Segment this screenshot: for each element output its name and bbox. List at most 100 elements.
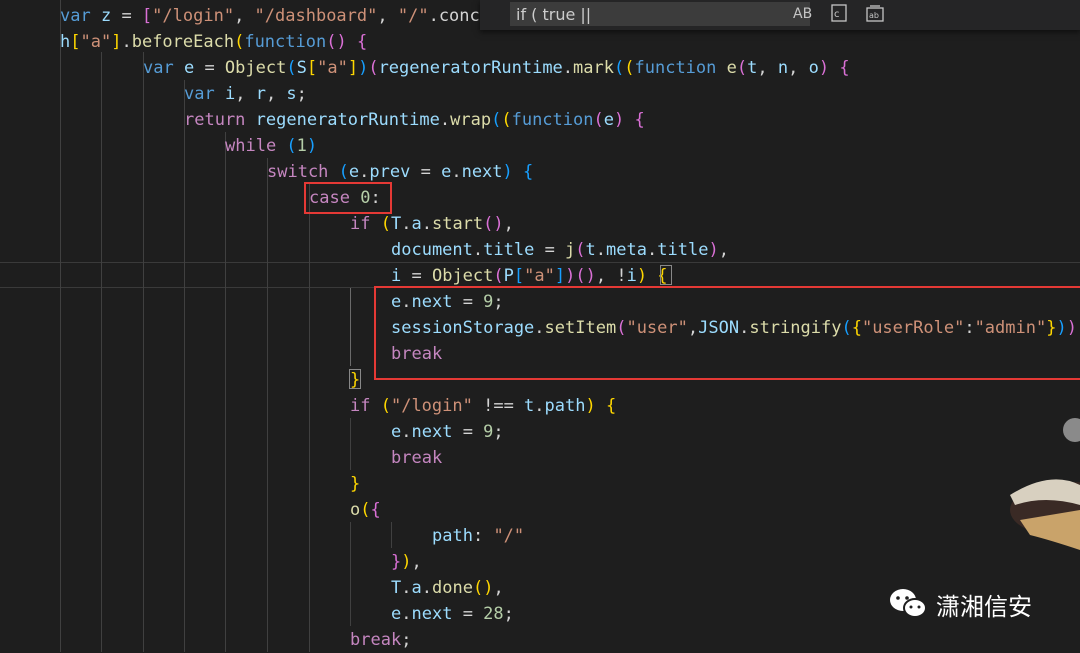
code-token: = xyxy=(452,604,484,624)
code-token: ( xyxy=(380,396,391,416)
code-token: . xyxy=(451,162,462,182)
code-token: . xyxy=(359,162,370,182)
code-token: , xyxy=(503,214,514,234)
code-token: "a" xyxy=(317,58,348,78)
code-token: Object xyxy=(431,266,494,286)
code-token: ) xyxy=(502,162,524,182)
code-token: { xyxy=(523,162,534,182)
code-line[interactable]: T.a.done(), xyxy=(391,575,504,601)
code-token: ( xyxy=(360,500,371,520)
indent-guide xyxy=(309,184,310,652)
code-token: done xyxy=(432,578,473,598)
code-token: ( xyxy=(736,58,748,78)
decorative-graphic xyxy=(990,400,1080,570)
code-token: . xyxy=(401,422,412,442)
code-token: function xyxy=(634,58,727,78)
code-token: !== xyxy=(472,396,525,416)
code-token: e xyxy=(391,422,402,442)
code-line[interactable]: while (1) xyxy=(225,133,317,159)
code-token: .conc xyxy=(428,6,480,26)
code-token: ) xyxy=(401,552,412,572)
wechat-icon xyxy=(890,589,927,618)
code-line[interactable]: if (T.a.start(), xyxy=(350,211,514,237)
code-token: start xyxy=(431,214,484,234)
code-token: , xyxy=(235,84,256,104)
code-line[interactable]: path: "/" xyxy=(432,523,524,549)
code-line[interactable]: return regeneratorRuntime.wrap((function… xyxy=(184,107,645,133)
code-token: T xyxy=(391,578,402,598)
code-line[interactable]: } xyxy=(350,471,360,497)
code-token: ] xyxy=(347,58,359,78)
code-token: , xyxy=(411,552,422,572)
code-line[interactable]: break; xyxy=(350,627,411,653)
code-line[interactable]: document.title = j(t.meta.title), xyxy=(391,237,729,263)
code-token: i xyxy=(391,266,402,286)
code-token: h xyxy=(60,32,71,52)
code-token: [ xyxy=(70,32,81,52)
code-token: , xyxy=(265,84,287,104)
code-token: () xyxy=(472,578,494,598)
code-token: = xyxy=(410,162,442,182)
indent-guide xyxy=(391,522,392,548)
code-token: Object xyxy=(224,58,287,78)
code-token: ; xyxy=(401,630,412,650)
code-token: ] xyxy=(111,32,122,52)
code-token: if xyxy=(350,396,381,416)
code-token: if xyxy=(350,214,381,234)
code-editor[interactable]: var z = ["/login", "/dashboard", "/".con… xyxy=(0,0,1080,652)
code-token: [ xyxy=(141,6,153,26)
code-token: . xyxy=(439,110,451,130)
code-line[interactable]: var e = Object(S["a"])(regeneratorRuntim… xyxy=(143,55,850,81)
code-token: t xyxy=(585,240,596,260)
code-token: path xyxy=(544,396,586,416)
annotation-box-block xyxy=(374,286,1080,380)
code-token: , xyxy=(493,578,504,598)
find-input[interactable] xyxy=(510,2,810,26)
code-line[interactable]: e.next = 9; xyxy=(391,419,504,445)
code-token: . xyxy=(421,578,432,598)
code-token: , xyxy=(757,58,778,78)
match-whole-word-toggle[interactable]: AB xyxy=(793,3,812,25)
code-token: a xyxy=(411,578,422,598)
code-token: , xyxy=(718,240,729,260)
code-token: { xyxy=(634,110,645,130)
code-token: . xyxy=(401,214,412,234)
code-line[interactable]: e.next = 28; xyxy=(391,601,514,627)
code-token: 9 xyxy=(483,422,494,442)
code-line[interactable]: }), xyxy=(391,549,422,575)
code-token: ( xyxy=(286,58,297,78)
code-token: ) xyxy=(306,136,318,156)
code-token: "a" xyxy=(524,266,555,286)
code-line[interactable]: var i, r, s; xyxy=(184,81,307,107)
code-token: ( xyxy=(286,136,297,156)
code-token: , ! xyxy=(595,266,627,286)
watermark: 潇湘信安 xyxy=(888,584,1032,624)
code-token: e xyxy=(391,604,402,624)
code-line[interactable]: var z = ["/login", "/dashboard", "/".con… xyxy=(60,3,480,29)
code-token: . xyxy=(562,58,574,78)
code-token: prev xyxy=(369,162,411,182)
code-token: . xyxy=(121,32,132,52)
code-token: () xyxy=(483,214,504,234)
preserve-case-icon[interactable]: c xyxy=(830,3,848,25)
code-token: i xyxy=(626,266,637,286)
code-line[interactable]: h["a"].beforeEach(function() { xyxy=(60,29,367,55)
code-token: ( xyxy=(614,58,625,78)
bracket-match-open xyxy=(660,265,672,285)
code-line[interactable]: if ("/login" !== t.path) { xyxy=(350,393,616,419)
code-line[interactable]: o({ xyxy=(350,497,381,523)
find-widget: AB c ab xyxy=(480,0,1080,30)
code-token: wrap xyxy=(450,110,492,130)
code-token: "/login" xyxy=(152,6,235,26)
code-token: r xyxy=(255,84,266,104)
code-token: "a" xyxy=(80,32,112,52)
code-token: var xyxy=(143,58,184,78)
code-token: } xyxy=(350,474,361,494)
code-line[interactable]: break xyxy=(391,445,442,471)
code-token: = xyxy=(194,58,225,78)
replace-all-icon[interactable]: ab xyxy=(864,3,886,25)
code-token: ) xyxy=(708,240,719,260)
code-token: "/" xyxy=(397,6,429,26)
code-token: next xyxy=(461,162,503,182)
code-token: ( xyxy=(368,58,379,78)
